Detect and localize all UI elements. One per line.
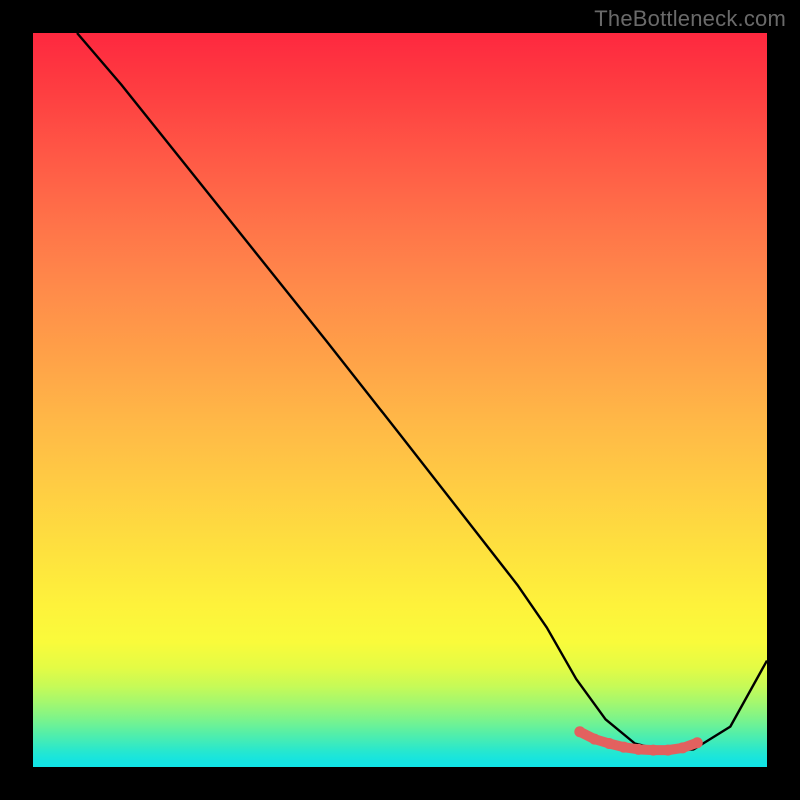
chart-container: TheBottleneck.com — [0, 0, 800, 800]
marker-dot — [648, 745, 659, 756]
chart-svg — [33, 33, 767, 767]
marker-dot — [574, 726, 585, 737]
marker-dot — [633, 744, 644, 755]
marker-dot — [692, 737, 703, 748]
highlight-markers — [574, 726, 702, 755]
plot-area — [33, 33, 767, 767]
marker-dot — [662, 745, 673, 756]
marker-dot — [618, 742, 629, 753]
curve-path — [77, 33, 767, 751]
marker-dot — [604, 738, 615, 749]
attribution-text: TheBottleneck.com — [594, 6, 786, 32]
curve-line — [77, 33, 767, 751]
marker-dot — [677, 742, 688, 753]
marker-dot — [589, 734, 600, 745]
